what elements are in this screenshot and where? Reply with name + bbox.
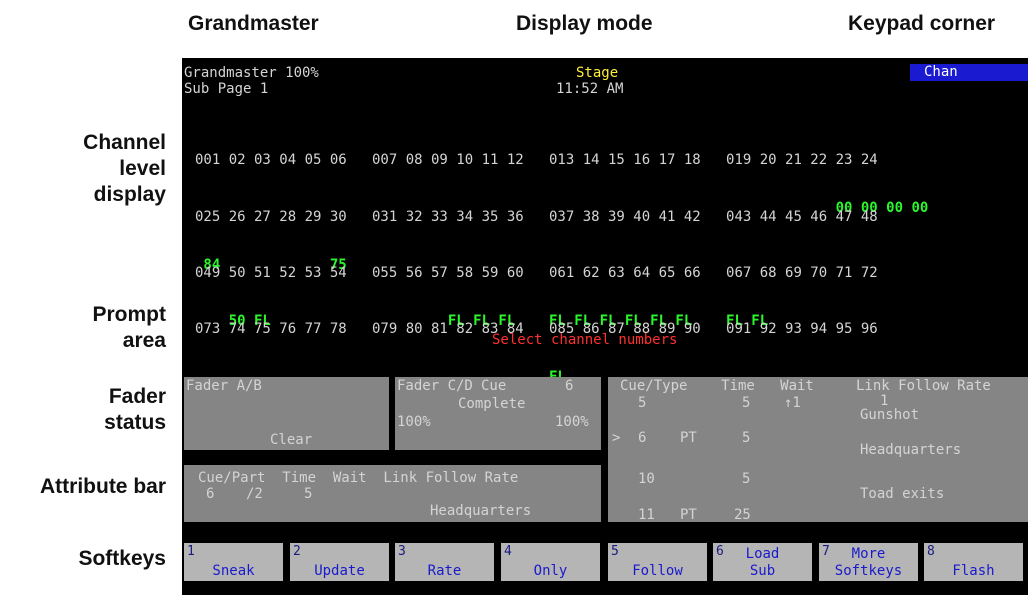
label-softkeys: Softkeys bbox=[78, 547, 166, 570]
softkey-number: 3 bbox=[398, 544, 406, 559]
cue-detail: Headquarters bbox=[860, 442, 962, 458]
attribute-headers: Cue/Part Time Wait Link Follow Rate bbox=[198, 470, 519, 486]
softkey-7[interactable]: 7 More Softkeys bbox=[819, 543, 918, 581]
softkey-label: Update bbox=[314, 563, 365, 579]
channel-numbers: 001 02 03 04 05 06 007 08 09 10 11 12 01… bbox=[195, 152, 878, 168]
cue-detail: Toad exits bbox=[860, 486, 945, 502]
fader-cd-status: Complete bbox=[458, 396, 526, 412]
cue-number: 6 bbox=[638, 430, 647, 446]
header-display-mode: Display mode bbox=[516, 12, 653, 35]
attribute-time: 5 bbox=[304, 486, 313, 502]
channel-numbers: 025 26 27 28 29 30 031 32 33 34 35 36 03… bbox=[195, 209, 878, 225]
softkey-number: 2 bbox=[293, 544, 301, 559]
sub-page: Sub Page 1 bbox=[184, 81, 269, 97]
grandmaster-level: Grandmaster 100% bbox=[184, 65, 319, 81]
display-mode-name: Stage bbox=[576, 65, 619, 81]
softkey-5[interactable]: 5 Follow bbox=[608, 543, 707, 581]
cue-number: 10 bbox=[638, 471, 655, 487]
cue-type: PT bbox=[680, 507, 697, 523]
cue-number: 5 bbox=[638, 395, 647, 411]
softkey-label-line2: Softkeys bbox=[834, 563, 903, 579]
current-cue-marker: > bbox=[612, 430, 621, 446]
attribute-cue: 6 bbox=[206, 486, 215, 502]
fader-cd-cue-value: 6 bbox=[565, 378, 574, 394]
softkey-label: Follow bbox=[632, 563, 683, 579]
cue-list-panel: Cue/Type Time Wait Link Follow Rate 5 5 … bbox=[608, 377, 1028, 523]
channel-numbers: 049 50 51 52 53 54 055 56 57 58 59 60 06… bbox=[195, 265, 878, 281]
header-grandmaster: Grandmaster bbox=[188, 12, 319, 35]
cue-time: 25 bbox=[734, 507, 751, 523]
softkey-label: Rate bbox=[427, 563, 462, 579]
keypad-mode-box: Chan bbox=[910, 64, 1028, 81]
keypad-mode: Chan bbox=[924, 64, 958, 80]
softkey-6[interactable]: 6 Load Sub bbox=[713, 543, 812, 581]
cue-list-headers: Cue/Type Time Wait Link Follow Rate bbox=[620, 378, 991, 394]
fader-ab-title: Fader A/B bbox=[186, 378, 262, 394]
softkey-4[interactable]: 4 Only bbox=[501, 543, 600, 581]
cue-wait: ↑1 bbox=[784, 395, 801, 411]
softkey-number: 1 bbox=[187, 544, 195, 559]
fader-ab-status: Clear bbox=[270, 432, 313, 448]
fader-ab-panel: Fader A/B Clear bbox=[184, 377, 389, 450]
softkey-label: Sneak bbox=[212, 563, 255, 579]
fader-cd-cue-label: Cue bbox=[481, 378, 507, 394]
softkey-number: 5 bbox=[611, 544, 619, 559]
softkey-label-line2: Sub bbox=[749, 563, 776, 579]
fader-cd-title: Fader C/D bbox=[397, 378, 473, 394]
softkey-label: Only bbox=[533, 563, 568, 579]
cue-time: 5 bbox=[742, 395, 751, 411]
cue-type: PT bbox=[680, 430, 697, 446]
fader-cd-right-pct: 100% bbox=[555, 414, 589, 430]
softkey-number: 8 bbox=[927, 544, 935, 559]
softkey-label: Flash bbox=[952, 563, 995, 579]
cue-detail: Gunshot bbox=[860, 407, 920, 423]
prompt-text: Select channel numbers bbox=[492, 332, 678, 348]
label-fader-status: Fader status bbox=[104, 385, 166, 434]
softkey-8[interactable]: 8 Flash bbox=[924, 543, 1023, 581]
fader-cd-left-pct: 100% bbox=[397, 414, 431, 430]
attribute-bar-panel: Cue/Part Time Wait Link Follow Rate 6 /2… bbox=[184, 465, 601, 522]
cue-number: 11 bbox=[638, 507, 655, 523]
softkey-3[interactable]: 3 Rate bbox=[395, 543, 494, 581]
softkey-label: Load bbox=[745, 546, 780, 562]
cue-time: 5 bbox=[742, 471, 751, 487]
fader-cd-panel: Fader C/D Cue 6 Complete 100% 100% bbox=[395, 377, 601, 450]
console-screen: Grandmaster 100% Sub Page 1 Stage 11:52 … bbox=[182, 58, 1028, 595]
label-attribute-bar: Attribute bar bbox=[40, 475, 166, 498]
softkey-number: 4 bbox=[504, 544, 512, 559]
header-keypad-corner: Keypad corner bbox=[848, 12, 996, 35]
attribute-label: Headquarters bbox=[430, 503, 532, 519]
label-prompt-area: Prompt area bbox=[92, 303, 167, 352]
softkey-1[interactable]: 1 Sneak bbox=[184, 543, 283, 581]
label-channel-level-display: Channel level display bbox=[83, 131, 166, 206]
attribute-part: /2 bbox=[246, 486, 263, 502]
clock: 11:52 AM bbox=[556, 81, 624, 97]
softkey-2[interactable]: 2 Update bbox=[290, 543, 389, 581]
cue-time: 5 bbox=[742, 430, 751, 446]
softkey-label: More bbox=[851, 546, 886, 562]
